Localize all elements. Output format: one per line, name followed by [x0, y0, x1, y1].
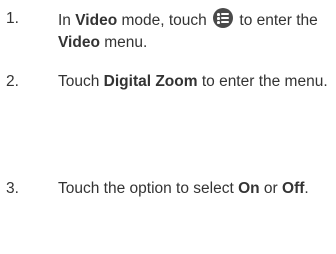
- step-number: 1.: [6, 10, 19, 27]
- step-number: 2.: [6, 73, 19, 90]
- step-text: Touch Digital Zoom to enter the menu.: [58, 73, 328, 90]
- step-number: 3.: [6, 180, 19, 197]
- step-text: In Video mode, touch to enter the Video …: [58, 8, 336, 54]
- menu-list-icon: [213, 8, 234, 28]
- digital-zoom-label: Digital Zoom: [103, 73, 198, 90]
- video-menu-label: Video: [58, 34, 100, 51]
- video-mode-label: Video: [75, 12, 118, 29]
- step-text: Touch the option to select On or Off.: [58, 180, 309, 197]
- on-option-label: On: [238, 180, 260, 197]
- off-option-label: Off: [282, 180, 305, 197]
